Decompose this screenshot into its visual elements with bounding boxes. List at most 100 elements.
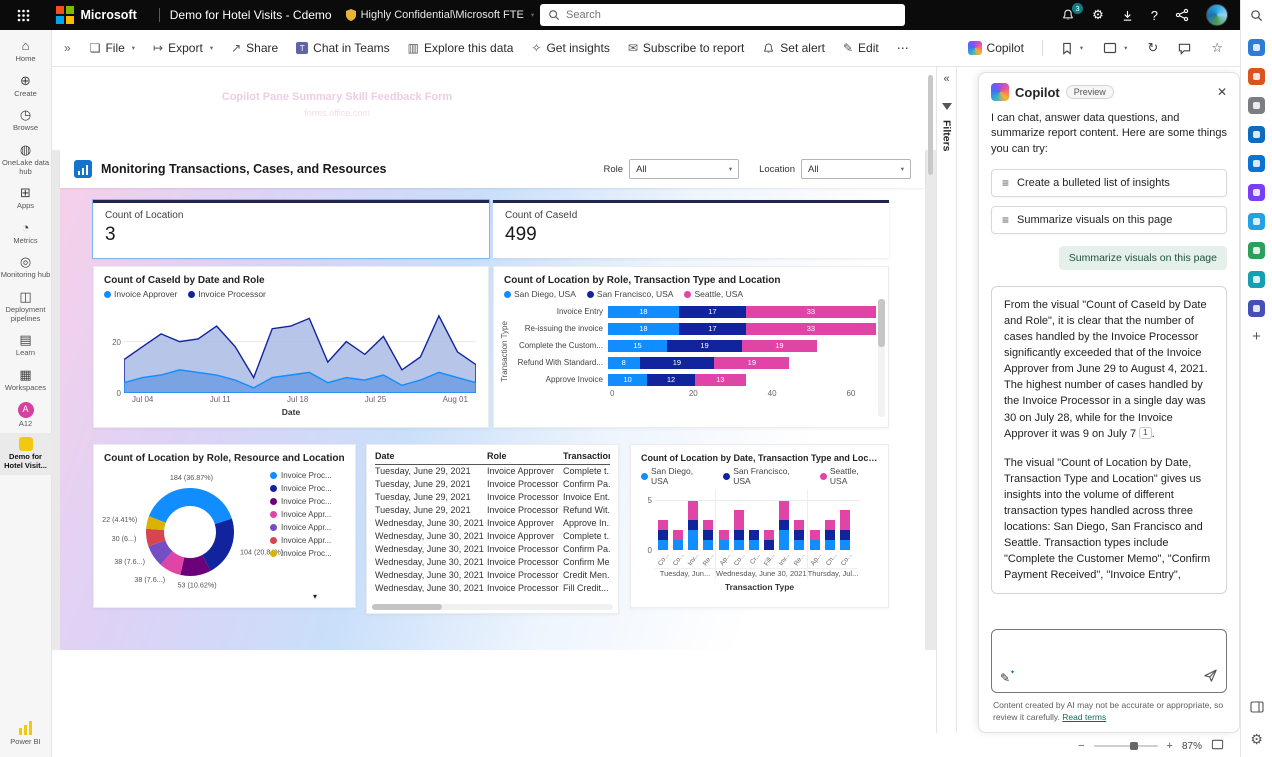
panel-toggle-icon[interactable]: [1249, 700, 1264, 718]
pinned-app-1[interactable]: [1248, 39, 1265, 56]
column-bar[interactable]: Ch...: [823, 490, 838, 568]
prompt-pen-icon[interactable]: ✎ ✦: [1000, 670, 1015, 685]
citation-badge[interactable]: 1: [1139, 426, 1152, 439]
role-filter-dropdown[interactable]: All ▾: [629, 159, 740, 179]
table-visual[interactable]: Date Role Transaction Tuesday, June 29, 20…: [366, 444, 619, 614]
collapse-pane-icon[interactable]: «: [943, 73, 949, 85]
read-terms-link[interactable]: Read terms: [1062, 712, 1106, 722]
table-row[interactable]: Wednesday, June 30, 2021 Invoice Processo…: [375, 556, 610, 569]
pinned-app-2[interactable]: [1248, 68, 1265, 85]
stacked-bar-visual[interactable]: Count of Location by Role, Transaction T…: [493, 266, 889, 428]
refresh-button[interactable]: ↻: [1138, 30, 1167, 67]
copilot-suggestion-2[interactable]: ≡ Summarize visuals on this page: [991, 206, 1227, 235]
table-row[interactable]: Wednesday, June 30, 2021 Invoice Approver…: [375, 517, 610, 530]
comments-button[interactable]: [1169, 30, 1200, 67]
pinned-app-10[interactable]: [1248, 300, 1265, 317]
column-chart-visual[interactable]: Count of Location by Date, Transaction T…: [630, 444, 889, 608]
sidebar-item-browse[interactable]: ◷ Browse: [0, 103, 52, 138]
sensitivity-label[interactable]: Highly Confidential\Microsoft FTE ▾: [345, 9, 534, 21]
column-bar[interactable]: Ap...: [716, 490, 732, 568]
powerbi-logo[interactable]: Power BI: [10, 713, 41, 757]
pinned-app-9[interactable]: [1248, 271, 1265, 288]
sidebar-item-a12[interactable]: A A12: [0, 398, 52, 434]
pinned-app-6[interactable]: [1248, 184, 1265, 201]
toolbar-file[interactable]: ❏ File ▾: [81, 30, 144, 67]
search-input[interactable]: [566, 9, 897, 21]
toolbar-subscribe-to-report[interactable]: ✉ Subscribe to report: [619, 30, 753, 67]
pinned-app-4[interactable]: [1248, 126, 1265, 143]
zoom-slider[interactable]: [1093, 742, 1158, 750]
feedback-icon[interactable]: [1175, 8, 1189, 22]
column-bar[interactable]: Re...: [791, 490, 807, 568]
sidebar-item-monitoring-hub[interactable]: ◎ Monitoring hub: [0, 250, 52, 285]
toolbar-chat-in-teams[interactable]: T Chat in Teams: [287, 30, 398, 67]
column-bar[interactable]: Fill...: [761, 490, 777, 568]
download-icon[interactable]: [1121, 9, 1134, 22]
sidebar-item-deployment-pipelines[interactable]: ◫ Deployment pipelines: [0, 285, 52, 328]
close-copilot-icon[interactable]: ✕: [1217, 85, 1227, 99]
table-row[interactable]: Wednesday, June 30, 2021 Invoice Approver…: [375, 530, 610, 543]
table-row[interactable]: Tuesday, June 29, 2021 Invoice Approver Co…: [375, 465, 610, 478]
filters-pane-collapsed[interactable]: « Filters: [936, 67, 957, 733]
sidebar-item-apps[interactable]: ⊞ Apps: [0, 181, 52, 216]
account-avatar[interactable]: [1206, 4, 1228, 26]
zoom-slider-thumb[interactable]: [1129, 742, 1138, 750]
add-app-icon[interactable]: +: [1252, 329, 1261, 344]
rail-search-icon[interactable]: [1250, 9, 1263, 27]
sidebar-item-learn[interactable]: ▤ Learn: [0, 328, 52, 363]
column-bar[interactable]: Ap...: [808, 490, 823, 568]
send-icon[interactable]: [1203, 668, 1218, 688]
copilot-suggestion-1[interactable]: ≡ Create a bulleted list of insights: [991, 169, 1227, 198]
sidebar-item-workspaces[interactable]: ▦ Workspaces: [0, 363, 52, 398]
zoom-in-icon[interactable]: +: [1167, 740, 1173, 752]
column-bar[interactable]: Inv...: [776, 490, 792, 568]
count-of-caseid-card[interactable]: Count of CaseId 499: [493, 200, 889, 258]
pinned-app-8[interactable]: [1248, 242, 1265, 259]
legend-scroll-icon[interactable]: ▾: [313, 592, 317, 601]
toolbar-export[interactable]: ↦ Export ▾: [144, 30, 222, 67]
area-chart-visual[interactable]: Count of CaseId by Date and Role Invoice…: [93, 266, 489, 428]
sidebar-item-onelake-data-hub[interactable]: ◍ OneLake data hub: [0, 138, 52, 181]
table-row[interactable]: Tuesday, June 29, 2021 Invoice Processor I…: [375, 491, 610, 504]
table-row[interactable]: Tuesday, June 29, 2021 Invoice Processor C…: [375, 478, 610, 491]
sidebar-item-create[interactable]: ⊕ Create: [0, 69, 52, 104]
column-bar[interactable]: Co...: [655, 490, 671, 568]
sidebar-item-demo-for-hotel-visit[interactable]: Demo for Hotel Visit...: [0, 433, 52, 476]
rail-settings-icon[interactable]: ⚙: [1250, 731, 1263, 748]
toolbar-explore-this-data[interactable]: ▥ Explore this data: [399, 30, 523, 67]
copilot-input[interactable]: [992, 630, 1226, 667]
zoom-out-icon[interactable]: −: [1078, 740, 1084, 752]
toolbar-get-insights[interactable]: ✧ Get insights: [522, 30, 618, 67]
favorite-star-icon[interactable]: ☆: [1202, 30, 1232, 67]
column-bar[interactable]: Cr...: [746, 490, 762, 568]
view-button[interactable]: ▾: [1094, 30, 1136, 67]
toolbar-[interactable]: ⋯: [888, 30, 918, 67]
table-row[interactable]: Wednesday, June 30, 2021 Invoice Processo…: [375, 582, 610, 592]
toolbar-set-alert[interactable]: Set alert: [753, 30, 834, 67]
toolbar-edit[interactable]: ✎ Edit: [834, 30, 888, 67]
waffle-menu-icon[interactable]: [0, 0, 46, 30]
notifications-bell-icon[interactable]: 3: [1061, 3, 1084, 22]
table-row[interactable]: Wednesday, June 30, 2021 Invoice Processo…: [375, 543, 610, 556]
expand-nav-icon[interactable]: »: [64, 41, 71, 55]
settings-gear-icon[interactable]: ⚙: [1092, 7, 1104, 23]
copilot-toolbar-button[interactable]: Copilot: [959, 30, 1033, 67]
column-bar[interactable]: Co...: [838, 490, 853, 568]
table-row[interactable]: Tuesday, June 29, 2021 Invoice Processor R…: [375, 504, 610, 517]
sidebar-item-metrics[interactable]: ◔ Metrics: [0, 216, 52, 251]
table-row[interactable]: Wednesday, June 30, 2021 Invoice Processo…: [375, 569, 610, 582]
column-bar[interactable]: Co...: [731, 490, 747, 568]
pinned-app-5[interactable]: [1248, 155, 1265, 172]
column-bar[interactable]: Inv...: [685, 490, 701, 568]
report-title[interactable]: Demo for Hotel Visits - Cdemo: [170, 8, 332, 22]
donut-chart-visual[interactable]: Count of Location by Role, Resource and …: [93, 444, 356, 608]
count-of-location-card[interactable]: Count of Location 3: [92, 199, 490, 259]
location-filter-dropdown[interactable]: All ▾: [801, 159, 911, 179]
pinned-app-7[interactable]: [1248, 213, 1265, 230]
column-bar[interactable]: Re...: [700, 490, 716, 568]
help-icon[interactable]: ?: [1151, 8, 1158, 23]
global-search[interactable]: [540, 4, 905, 26]
pinned-app-3[interactable]: [1248, 97, 1265, 114]
sidebar-item-home[interactable]: ⌂ Home: [0, 34, 52, 69]
canvas-scrollbar[interactable]: [928, 75, 933, 730]
